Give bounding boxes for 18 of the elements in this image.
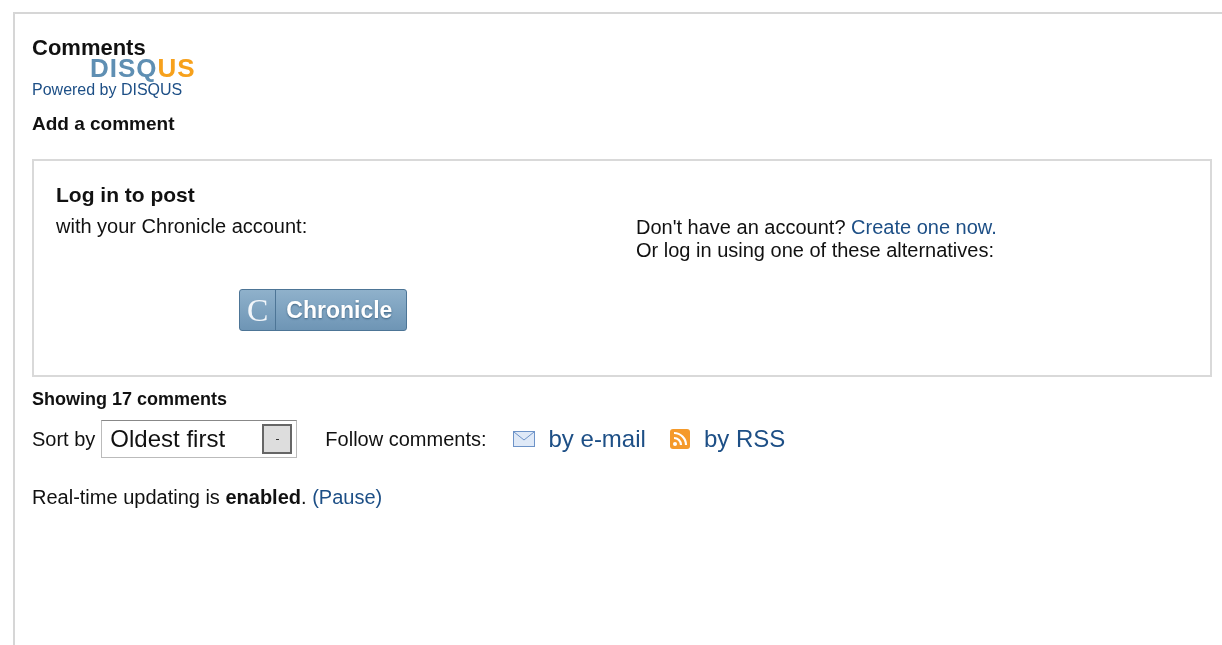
- account-prompt: with your Chronicle account:: [56, 215, 309, 238]
- section-title: Comments: [32, 36, 146, 60]
- follow-label: Follow comments:: [325, 427, 487, 451]
- sort-label: Sort by: [32, 427, 96, 451]
- pause-link[interactable]: (Pause): [312, 486, 383, 508]
- follow-link[interactable]: by RSS: [703, 425, 786, 453]
- sort-dropdown[interactable]: Oldest first: [101, 420, 298, 458]
- envelope-icon: [512, 431, 535, 447]
- follow-link[interactable]: by e-mail: [548, 425, 646, 453]
- no-account-text: Don't have an account?: [636, 216, 846, 238]
- create-account-link[interactable]: Create one now.: [851, 216, 997, 238]
- powered-by-link[interactable]: Powered by DISQUS: [32, 81, 183, 99]
- alternatives-text: Or log in using one of these alternatives:: [636, 239, 995, 262]
- comment-count: Showing 17 comments: [32, 389, 229, 410]
- login-title: Log in to post: [56, 183, 196, 207]
- rss-icon: [669, 429, 690, 449]
- realtime-status: Real-time updating is enabled.: [32, 486, 307, 508]
- add-comment-heading: Add a comment: [32, 113, 176, 135]
